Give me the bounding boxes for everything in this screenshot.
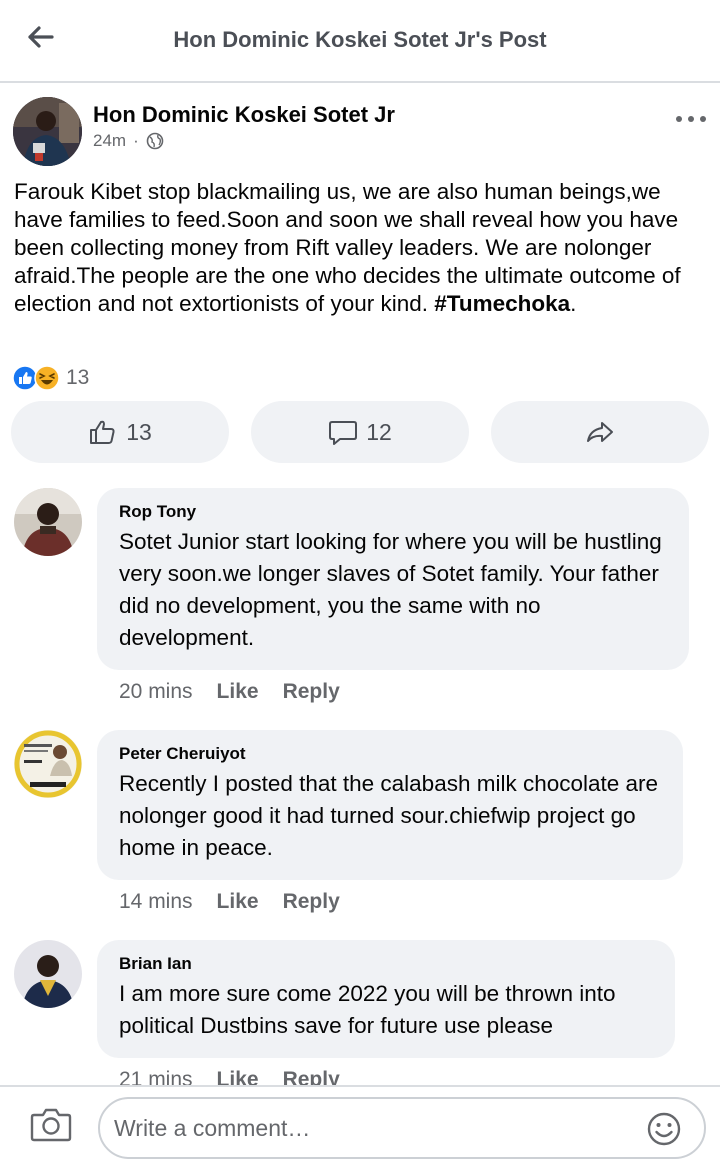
- comment-count: 12: [366, 418, 392, 445]
- commenter-avatar[interactable]: [14, 488, 82, 556]
- camera-button[interactable]: [30, 1106, 72, 1144]
- comment-bubble[interactable]: Rop Tony Sotet Junior start looking for …: [97, 488, 689, 670]
- dot-icon: [676, 116, 682, 122]
- haha-reaction-icon: [34, 365, 60, 391]
- post-body: Farouk Kibet stop blackmailing us, we ar…: [14, 178, 710, 318]
- commenter-name[interactable]: Rop Tony: [119, 502, 667, 522]
- comment-bubble-icon: [329, 421, 358, 445]
- dot-icon: [688, 116, 694, 122]
- more-options-button[interactable]: [676, 109, 706, 129]
- comment-text: Sotet Junior start looking for where you…: [119, 529, 662, 650]
- top-bar: Hon Dominic Koskei Sotet Jr's Post: [0, 0, 720, 83]
- share-button[interactable]: [491, 401, 709, 463]
- comment-button[interactable]: 12: [251, 401, 469, 463]
- post-header: Hon Dominic Koskei Sotet Jr 24m ·: [0, 95, 720, 170]
- commenter-name[interactable]: Peter Cheruiyot: [119, 744, 661, 764]
- like-button[interactable]: 13: [11, 401, 229, 463]
- thumbs-up-icon: [90, 420, 115, 444]
- globe-icon: [146, 132, 164, 150]
- commenter-avatar[interactable]: [14, 940, 82, 1008]
- comment-bubble[interactable]: Brian Ian I am more sure come 2022 you w…: [97, 940, 675, 1058]
- comment-bubble[interactable]: Peter Cheruiyot Recently I posted that t…: [97, 730, 683, 880]
- author-name[interactable]: Hon Dominic Koskei Sotet Jr: [93, 102, 395, 128]
- comment-time: 20 mins: [119, 680, 193, 703]
- emoji-button[interactable]: [646, 1111, 682, 1147]
- post-actions: 13 12: [11, 401, 709, 463]
- like-count: 13: [126, 418, 152, 445]
- meta-separator: ·: [133, 131, 139, 150]
- comment-time: 14 mins: [119, 890, 193, 913]
- commenter-photo: [14, 730, 82, 798]
- comment-text: I am more sure come 2022 you will be thr…: [119, 981, 616, 1038]
- comment-like-button[interactable]: Like: [217, 890, 259, 914]
- post-text: Farouk Kibet stop blackmailing us, we ar…: [14, 179, 681, 316]
- smiley-icon: [647, 1112, 681, 1146]
- hashtag-link[interactable]: #Tumechoka: [434, 291, 570, 316]
- comment-reply-button[interactable]: Reply: [283, 890, 340, 914]
- comment-text: Recently I posted that the calabash milk…: [119, 771, 659, 860]
- commenter-name[interactable]: Brian Ian: [119, 954, 653, 974]
- dot-icon: [700, 116, 706, 122]
- post-time[interactable]: 24m: [93, 131, 126, 151]
- camera-icon: [30, 1108, 72, 1142]
- author-photo: [13, 97, 82, 166]
- share-arrow-icon: [587, 422, 613, 442]
- post-text-suffix: .: [570, 291, 577, 316]
- comment-meta: 14 mins Like Reply: [119, 890, 340, 914]
- comment-input[interactable]: [98, 1097, 706, 1159]
- post-meta: 24m ·: [93, 131, 164, 151]
- commenter-photo: [14, 488, 82, 556]
- comment-like-button[interactable]: Like: [217, 680, 259, 704]
- page-title: Hon Dominic Koskei Sotet Jr's Post: [173, 27, 547, 52]
- author-avatar[interactable]: [13, 97, 82, 166]
- reactions-count: 13: [66, 366, 90, 389]
- commenter-avatar[interactable]: [14, 730, 82, 798]
- commenter-photo: [14, 940, 82, 1008]
- comment-reply-button[interactable]: Reply: [283, 680, 340, 704]
- comment-meta: 20 mins Like Reply: [119, 680, 340, 704]
- reactions-summary[interactable]: 13: [12, 364, 89, 392]
- comment-composer: [0, 1085, 720, 1165]
